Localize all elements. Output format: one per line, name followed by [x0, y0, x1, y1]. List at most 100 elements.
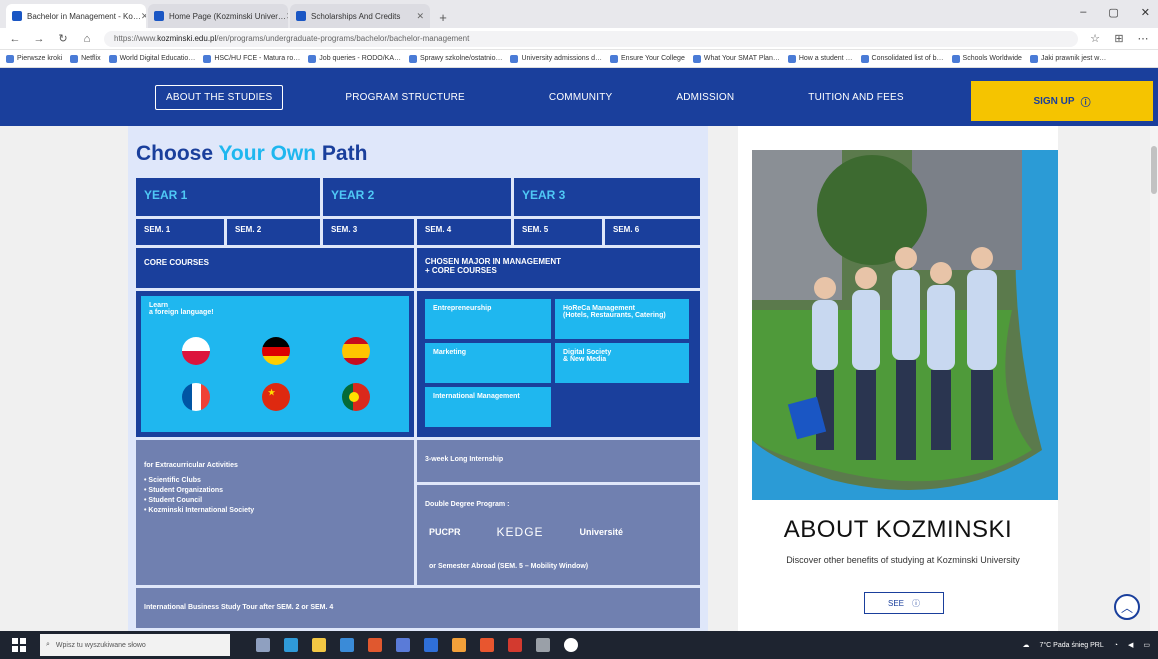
semester-cell: SEM. 2 — [227, 219, 320, 245]
bookmark-item[interactable]: Ensure Your College — [610, 54, 685, 63]
extracurricular-block: for Extracurricular Activities • Scienti… — [136, 440, 414, 585]
taskbar-search-input[interactable]: ⌕ Wpisz tu wyszukiwane słowo — [40, 634, 230, 656]
scrollbar-thumb[interactable] — [1151, 146, 1157, 194]
nav-program-structure[interactable]: PROGRAM STRUCTURE — [335, 86, 475, 109]
close-window-icon[interactable]: ✕ — [1141, 6, 1150, 19]
bookmark-icon — [409, 54, 417, 63]
star-icon[interactable]: ☆ — [1088, 32, 1102, 45]
info-circle-icon: ⓘ — [1080, 97, 1091, 109]
bookmark-icon — [6, 54, 14, 63]
chevron-up-icon: ︿ — [1120, 600, 1133, 615]
page-scrollbar[interactable] — [1150, 126, 1158, 631]
menu-icon[interactable]: ⋯ — [1136, 32, 1150, 45]
file-explorer-icon[interactable] — [312, 638, 326, 652]
nav-tuition-fees[interactable]: TUITION AND FEES — [798, 86, 913, 109]
app-icon[interactable] — [536, 638, 550, 652]
double-degree-block: Double Degree Program : PUCPR KEDGE Univ… — [417, 485, 700, 585]
major-digital-society[interactable]: Digital Society & New Media — [555, 343, 689, 383]
path-title: Choose Your Own Path — [136, 142, 368, 165]
semester-cell: SEM. 5 — [514, 219, 602, 245]
bookmark-item[interactable]: Job queries - RODO/KA… — [308, 54, 401, 63]
bookmark-icon — [1029, 54, 1038, 63]
browser-tab[interactable]: Home Page (Kozminski Univer…✕ — [148, 4, 288, 28]
teams-icon[interactable] — [396, 638, 410, 652]
sign-up-button[interactable]: SIGN UP ⓘ — [971, 81, 1153, 121]
close-icon[interactable]: ✕ — [141, 11, 146, 22]
new-tab-icon[interactable]: + — [432, 6, 454, 28]
address-bar: ← → ↻ ⌂ https://www. kozminski.edu.pl/en/… — [0, 28, 1158, 50]
year-cell: YEAR 2 — [323, 178, 511, 216]
chrome-icon[interactable] — [452, 638, 466, 652]
about-kozminski-subtitle: Discover other benefits of studying at K… — [786, 555, 1020, 565]
windows-taskbar: ⌕ Wpisz tu wyszukiwane słowo ☁ 7°C Pada … — [0, 631, 1158, 659]
office-icon[interactable] — [368, 638, 382, 652]
pucpr-logo: PUCPR — [429, 527, 461, 537]
semester-cell: SEM. 1 — [136, 219, 224, 245]
bookmark-item[interactable]: Sprawy szkolne/ostatnio… — [409, 54, 502, 63]
germany-flag-icon — [262, 337, 290, 365]
china-flag-icon: ★ — [262, 383, 290, 411]
bookmark-item[interactable]: University admissions d… — [510, 54, 602, 63]
reload-icon[interactable]: ↻ — [56, 32, 70, 45]
nav-about-studies[interactable]: ABOUT THE STUDIES — [155, 84, 284, 110]
nav-community[interactable]: COMMUNITY — [539, 86, 622, 109]
bookmark-item[interactable]: How a student … — [787, 54, 853, 63]
bookmark-item[interactable]: Pierwsze kroki — [6, 54, 62, 63]
url-input[interactable]: https://www. kozminski.edu.pl/en/programs… — [104, 30, 1078, 47]
major-horeca[interactable]: HoReCa Management (Hotels, Restaurants, … — [555, 299, 689, 339]
bookmark-icon — [787, 54, 796, 63]
bookmark-item[interactable]: Jaki prawnik jest w… — [1029, 54, 1106, 63]
bookmark-item[interactable]: Consolidated list of b… — [860, 54, 944, 63]
app-icon[interactable] — [564, 638, 578, 652]
bookmark-item[interactable]: What Your SMAT Plan… — [692, 54, 780, 63]
poland-flag-icon — [182, 337, 210, 365]
bookmark-icon — [203, 54, 212, 63]
close-icon[interactable]: ✕ — [416, 11, 424, 22]
task-view-icon[interactable] — [256, 638, 270, 652]
wifi-icon[interactable]: ◔ — [1114, 642, 1118, 649]
partner-logos: PUCPR KEDGE Université — [429, 525, 623, 539]
home-icon[interactable]: ⌂ — [80, 33, 94, 45]
semester-cell: SEM. 3 — [323, 219, 414, 245]
france-flag-icon — [182, 383, 210, 411]
major-marketing[interactable]: Marketing — [425, 343, 551, 383]
languages-block: Learn a foreign language! ★ — [136, 291, 414, 437]
store-icon[interactable] — [340, 638, 354, 652]
scroll-up-button[interactable]: ︿ — [1114, 594, 1140, 620]
browser-tab[interactable]: Scholarships And Credits ✕ — [290, 4, 430, 28]
program-path-panel: Choose Your Own Path YEAR 1 YEAR 2 YEAR … — [128, 126, 708, 631]
edge-icon[interactable] — [284, 638, 298, 652]
browser-tab[interactable]: Bachelor in Management - Ko… ✕ — [6, 4, 146, 28]
spain-flag-icon — [342, 337, 370, 365]
maximize-icon[interactable]: ▢ — [1108, 6, 1118, 19]
notification-icon[interactable]: ▭ — [1143, 641, 1150, 649]
semester-cell: SEM. 4 — [417, 219, 511, 245]
system-tray: ☁ 7°C Pada śnieg PRL ◔ ◀ ▭ — [1022, 641, 1150, 650]
bookmark-item[interactable]: Schools Worldwide — [951, 54, 1022, 63]
see-button[interactable]: SEE ⓘ — [864, 592, 944, 614]
forward-icon[interactable]: → — [32, 33, 46, 45]
site-navigation: ABOUT THE STUDIES PROGRAM STRUCTURE COMM… — [0, 68, 1158, 126]
powerpoint-icon[interactable] — [480, 638, 494, 652]
internship-block: 3-week Long Internship — [417, 440, 700, 482]
info-circle-icon: ⓘ — [912, 598, 920, 608]
major-entrepreneurship[interactable]: Entrepreneurship — [425, 299, 551, 339]
major-international-management[interactable]: International Management — [425, 387, 551, 427]
window-controls: – ▢ ✕ — [1080, 6, 1150, 19]
volume-icon[interactable]: ◀ — [1128, 641, 1133, 649]
bookmark-item[interactable]: World Digital Educatio… — [108, 54, 195, 63]
opera-icon[interactable] — [508, 638, 522, 652]
close-icon[interactable]: ✕ — [286, 11, 288, 22]
back-icon[interactable]: ← — [8, 33, 22, 45]
about-kozminski-title: ABOUT KOZMINSKI — [783, 516, 1013, 543]
extracurricular-list: • Scientific Clubs • Student Organizatio… — [144, 477, 406, 514]
word-icon[interactable] — [424, 638, 438, 652]
portugal-flag-icon — [342, 383, 370, 411]
bookmark-item[interactable]: Netflix — [70, 54, 101, 63]
minimize-icon[interactable]: – — [1080, 6, 1086, 19]
bookmark-icon — [951, 54, 960, 63]
bookmark-item[interactable]: HSC/HU FCE - Matura ro… — [203, 54, 300, 63]
nav-admission[interactable]: ADMISSION — [666, 86, 744, 109]
windows-start-icon[interactable] — [8, 634, 30, 656]
extensions-icon[interactable]: ⊞ — [1112, 32, 1126, 45]
